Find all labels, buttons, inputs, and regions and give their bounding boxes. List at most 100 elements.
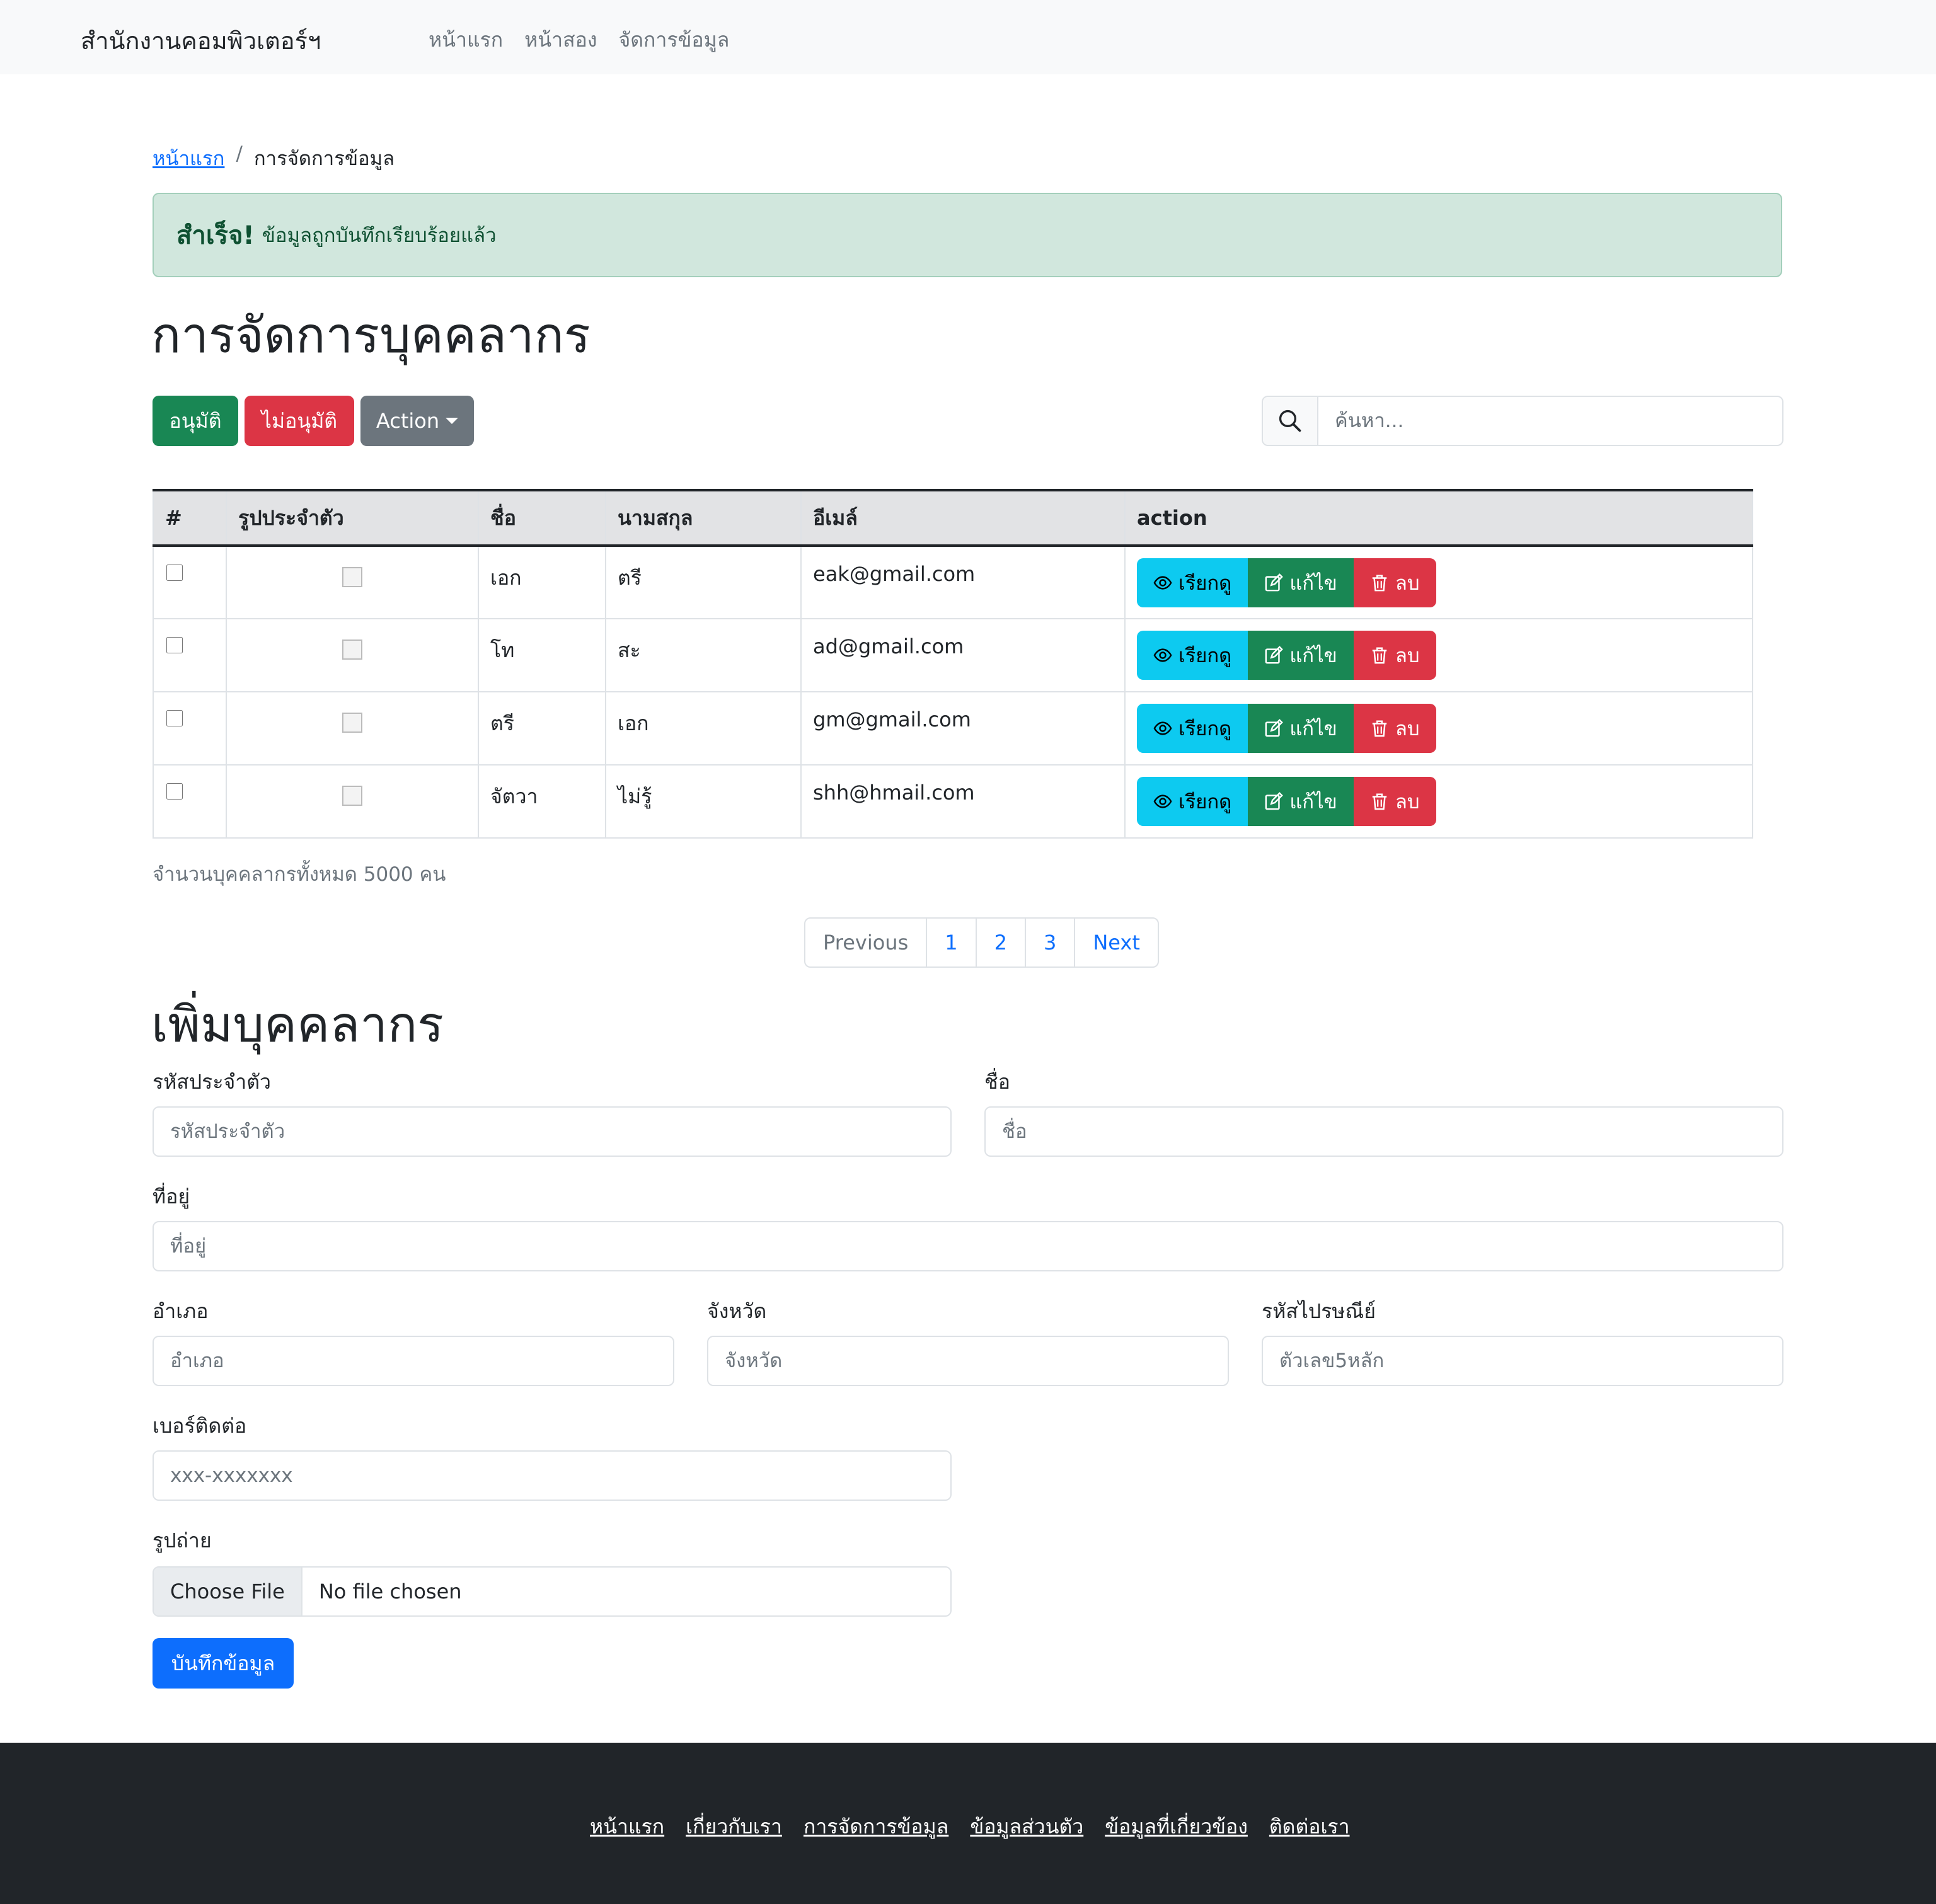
email-cell: gm@gmail.com xyxy=(800,691,1126,766)
reject-button[interactable]: ไม่อนุมัติ xyxy=(245,396,354,446)
approve-button[interactable]: อนุมัติ xyxy=(153,396,238,446)
province-input[interactable] xyxy=(707,1336,1229,1386)
view-button-label: เรียกดู xyxy=(1178,645,1232,667)
delete-button-label: ลบ xyxy=(1395,718,1420,740)
view-button-label: เรียกดู xyxy=(1178,572,1232,595)
col-header-last-name: นามสกุล xyxy=(605,489,802,547)
last-name-cell: สะ xyxy=(605,618,802,692)
footer: หน้าแรก เกี่ยวกับเรา การจัดการข้อมูล ข้อ… xyxy=(0,1743,1936,1904)
district-input[interactable] xyxy=(153,1336,674,1386)
row-checkbox[interactable] xyxy=(166,783,183,800)
province-label: จังหวัด xyxy=(707,1299,767,1323)
navbar-brand[interactable]: สำนักงานคอมพิวเตอร์ฯ xyxy=(81,21,321,60)
view-button[interactable]: เรียกดู xyxy=(1137,558,1248,607)
last-name-cell: ตรี xyxy=(605,545,802,619)
eye-icon xyxy=(1153,646,1172,665)
email-cell: eak@gmail.com xyxy=(800,545,1126,619)
col-header-avatar: รูปประจำตัว xyxy=(226,489,479,547)
edit-button-label: แก้ไข xyxy=(1289,572,1337,595)
delete-button[interactable]: ลบ xyxy=(1353,777,1436,826)
edit-icon xyxy=(1264,719,1284,738)
nav-link-manage-data[interactable]: จัดการข้อมูล xyxy=(618,24,729,56)
footer-link-manage-data[interactable]: การจัดการข้อมูล xyxy=(804,1811,948,1843)
row-checkbox[interactable] xyxy=(166,565,183,581)
edit-icon xyxy=(1264,792,1284,811)
page-title: การจัดการบุคคลากร xyxy=(151,307,591,364)
page-2[interactable]: 2 xyxy=(977,919,1026,966)
save-button[interactable]: บันทึกข้อมูล xyxy=(153,1638,294,1689)
district-label: อำเภอ xyxy=(153,1299,209,1323)
view-button[interactable]: เรียกดู xyxy=(1137,777,1248,826)
trash-icon xyxy=(1370,792,1389,811)
delete-button-label: ลบ xyxy=(1395,572,1420,595)
name-input[interactable] xyxy=(984,1106,1783,1157)
nav-link-home[interactable]: หน้าแรก xyxy=(429,24,503,56)
delete-button-label: ลบ xyxy=(1395,791,1420,813)
address-label: ที่อยู่ xyxy=(153,1184,190,1208)
delete-button[interactable]: ลบ xyxy=(1353,558,1436,607)
email-cell: shh@hmail.com xyxy=(800,764,1126,839)
footer-link-about[interactable]: เกี่ยวกับเรา xyxy=(686,1811,782,1843)
last-name-cell: เอก xyxy=(605,691,802,766)
first-name-cell: จัตวา xyxy=(478,764,606,839)
delete-button[interactable]: ลบ xyxy=(1353,631,1436,680)
choose-file-button[interactable]: Choose File xyxy=(154,1568,302,1615)
row-checkbox[interactable] xyxy=(166,710,183,726)
footer-link-home[interactable]: หน้าแรก xyxy=(590,1811,664,1843)
delete-button[interactable]: ลบ xyxy=(1353,704,1436,753)
breadcrumb-home-link[interactable]: หน้าแรก xyxy=(153,142,224,174)
col-header-first-name: ชื่อ xyxy=(478,489,606,547)
photo-file-input[interactable]: Choose File No file chosen xyxy=(153,1566,952,1617)
id-input[interactable] xyxy=(153,1106,952,1157)
phone-input[interactable] xyxy=(153,1450,952,1501)
navbar: สำนักงานคอมพิวเตอร์ฯ หน้าแรก หน้าสอง จัด… xyxy=(0,0,1936,74)
footer-link-profile[interactable]: ข้อมูลส่วนตัว xyxy=(970,1811,1083,1843)
page-1[interactable]: 1 xyxy=(927,919,977,966)
view-button[interactable]: เรียกดู xyxy=(1137,631,1248,680)
page-previous[interactable]: Previous xyxy=(805,919,928,966)
row-select-cell xyxy=(153,545,227,619)
last-name-cell: ไม่รู้ xyxy=(605,764,802,839)
footer-link-related[interactable]: ข้อมูลที่เกี่ยวข้อง xyxy=(1105,1811,1248,1843)
row-select-cell xyxy=(153,618,227,692)
photo-label: รูปถ่าย xyxy=(153,1528,212,1552)
caret-down-icon xyxy=(446,418,459,424)
row-select-cell xyxy=(153,691,227,766)
row-action-group: เรียกดู แก้ไข ลบ xyxy=(1137,777,1741,826)
search-group xyxy=(1262,396,1783,446)
edit-button[interactable]: แก้ไข xyxy=(1248,631,1354,680)
address-input[interactable] xyxy=(153,1221,1783,1271)
search-input[interactable] xyxy=(1318,397,1782,445)
nav-link-page-two[interactable]: หน้าสอง xyxy=(524,24,597,56)
action-dropdown-button[interactable]: Action xyxy=(360,396,474,446)
edit-button[interactable]: แก้ไข xyxy=(1248,558,1354,607)
trash-icon xyxy=(1370,646,1389,665)
avatar-image-icon xyxy=(342,567,362,587)
row-select-cell xyxy=(153,764,227,839)
trash-icon xyxy=(1370,573,1389,592)
avatar-image-icon xyxy=(342,786,362,806)
view-button-label: เรียกดู xyxy=(1178,718,1232,740)
view-button[interactable]: เรียกดู xyxy=(1137,704,1248,753)
page-next[interactable]: Next xyxy=(1075,919,1158,966)
id-label: รหัสประจำตัว xyxy=(153,1070,271,1094)
edit-button[interactable]: แก้ไข xyxy=(1248,704,1354,753)
avatar-cell xyxy=(226,764,479,839)
table-row: โท สะ ad@gmail.com เรียกดู แก้ไข ลบ xyxy=(153,618,1753,692)
row-action-group: เรียกดู แก้ไข ลบ xyxy=(1137,704,1741,753)
footer-link-contact[interactable]: ติดต่อเรา xyxy=(1269,1811,1350,1843)
avatar-cell xyxy=(226,691,479,766)
table-row: จัตวา ไม่รู้ shh@hmail.com เรียกดู แก้ไข ลบ xyxy=(153,764,1753,839)
page-3[interactable]: 3 xyxy=(1026,919,1076,966)
edit-button[interactable]: แก้ไข xyxy=(1248,777,1354,826)
avatar-cell xyxy=(226,618,479,692)
zip-input[interactable] xyxy=(1262,1336,1783,1386)
phone-label: เบอร์ติดต่อ xyxy=(153,1414,247,1438)
edit-icon xyxy=(1264,646,1284,665)
eye-icon xyxy=(1153,719,1172,738)
breadcrumb: หน้าแรก / การจัดการข้อมูล xyxy=(153,142,395,174)
row-checkbox[interactable] xyxy=(166,637,183,653)
eye-icon xyxy=(1153,792,1172,811)
avatar-cell xyxy=(226,545,479,619)
zip-label: รหัสไปรษณีย์ xyxy=(1262,1299,1376,1323)
